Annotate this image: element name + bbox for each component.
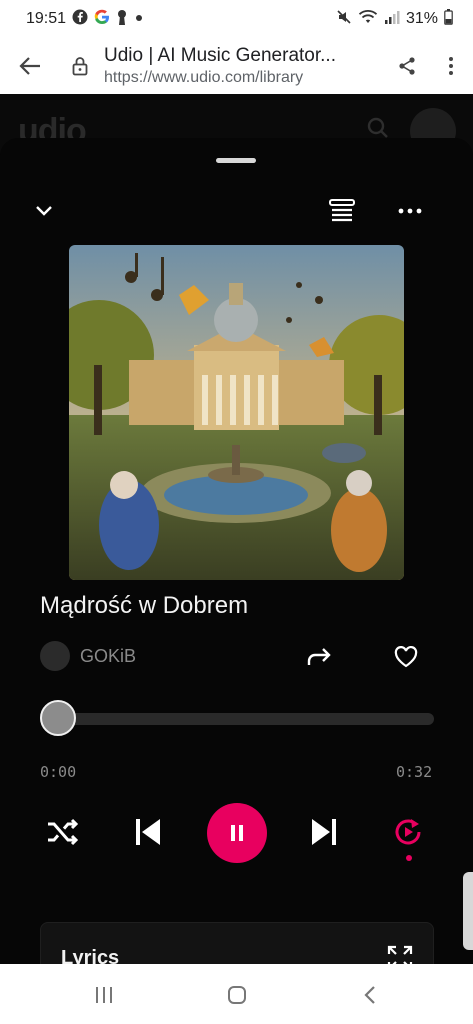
skip-previous-icon [136, 819, 160, 845]
browser-page-title: Udio | AI Music Generator... [104, 45, 336, 66]
back-chevron-icon [364, 986, 375, 1004]
repeat-button[interactable] [390, 814, 426, 850]
signal-icon [384, 10, 400, 29]
back-arrow-icon [19, 57, 40, 75]
queue-icon [329, 199, 355, 222]
battery-percent: 31% [405, 10, 438, 27]
shuffle-button[interactable] [45, 814, 81, 850]
chevron-down-icon [36, 206, 52, 216]
sheet-drag-handle[interactable] [216, 158, 256, 163]
progress-thumb[interactable] [40, 700, 76, 736]
share-icon [399, 57, 415, 75]
more-horiz-icon [398, 208, 422, 214]
recents-icon [96, 987, 112, 1003]
artist-avatar[interactable] [40, 641, 70, 671]
previous-track-button[interactable] [130, 814, 166, 850]
album-artwork [69, 245, 404, 580]
collapse-player-button[interactable] [30, 198, 58, 224]
mute-icon [336, 9, 352, 30]
nav-back-button[interactable] [358, 984, 382, 1006]
lock-icon[interactable] [60, 56, 100, 76]
facebook-icon [72, 9, 88, 30]
search-icon [367, 117, 388, 138]
google-icon [94, 9, 110, 30]
player-more-button[interactable] [394, 198, 426, 224]
status-right: 31% [336, 8, 453, 30]
expand-icon [387, 945, 413, 964]
song-title: Mądrość w Dobrem [40, 592, 249, 619]
address-bar[interactable]: Udio | AI Music Generator... https://www… [100, 45, 385, 87]
keyhole-icon [116, 9, 128, 30]
browser-menu-button[interactable] [429, 38, 473, 94]
progress-track[interactable] [40, 713, 434, 725]
share-song-button[interactable] [304, 642, 336, 672]
more-vert-icon [449, 57, 453, 75]
status-bar: 19:51 31% [0, 0, 473, 38]
home-icon [228, 986, 246, 1004]
shuffle-icon [48, 818, 79, 846]
player-sheet: Mądrość w Dobrem GOKiB 0:00 0:32 Lyrics [0, 138, 473, 964]
status-time: 19:51 [26, 10, 67, 27]
wifi-icon [358, 9, 378, 30]
browser-share-button[interactable] [385, 38, 429, 94]
next-track-button[interactable] [306, 814, 342, 850]
artist-name[interactable]: GOKiB [80, 646, 136, 667]
pause-icon [231, 825, 243, 841]
status-left: 19:51 [26, 9, 144, 30]
lyrics-label: Lyrics [61, 947, 120, 964]
share-arrow-icon [307, 648, 331, 665]
recents-button[interactable] [92, 984, 116, 1006]
like-button[interactable] [390, 642, 422, 672]
android-nav-bar [0, 964, 473, 1024]
pause-button[interactable] [207, 803, 267, 863]
expand-lyrics-button[interactable] [385, 943, 415, 964]
dot-icon [134, 10, 144, 28]
home-button[interactable] [225, 984, 249, 1006]
browser-back-button[interactable] [0, 38, 60, 94]
repeat-active-dot [406, 855, 412, 861]
browser-url: https://www.udio.com/library [104, 69, 304, 86]
time-total: 0:32 [396, 763, 433, 781]
skip-next-icon [312, 819, 336, 845]
heart-icon [394, 646, 418, 668]
lyrics-card[interactable]: Lyrics [40, 922, 434, 964]
battery-icon [444, 8, 453, 30]
browser-toolbar: Udio | AI Music Generator... https://www… [0, 38, 473, 94]
queue-button[interactable] [326, 196, 358, 226]
edge-panel-handle[interactable] [463, 872, 473, 950]
repeat-icon [395, 819, 421, 845]
time-current: 0:00 [40, 763, 77, 781]
